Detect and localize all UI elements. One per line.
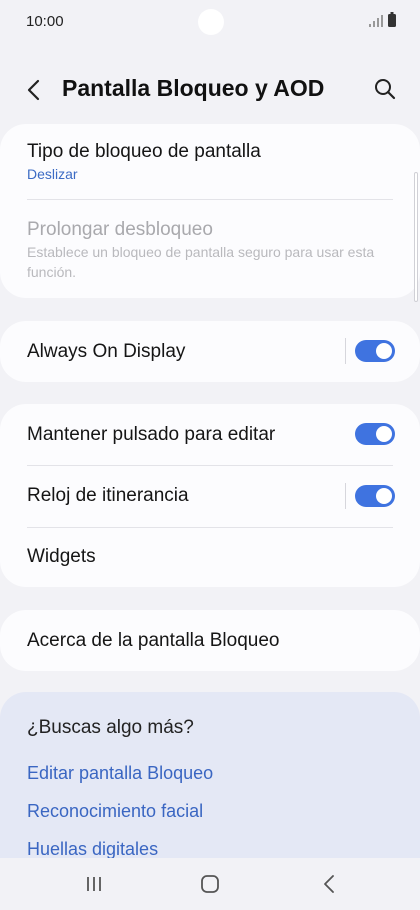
link-edit-lock-screen[interactable]: Editar pantalla Bloqueo: [27, 763, 213, 784]
screen-lock-type-title: Tipo de bloqueo de pantalla: [27, 141, 261, 162]
back-button[interactable]: [18, 74, 50, 106]
home-icon: [201, 875, 219, 893]
search-icon: [375, 79, 396, 100]
camera-cutout: [198, 9, 224, 35]
about-lock-screen-title: Acerca de la pantalla Bloqueo: [27, 630, 280, 651]
hold-to-edit-item[interactable]: Mantener pulsado para editar: [0, 404, 420, 465]
extend-unlock-item: Prolongar desbloqueo Establece un bloque…: [0, 200, 420, 298]
widgets-title: Widgets: [27, 546, 96, 567]
status-time: 10:00: [26, 13, 64, 30]
roaming-clock-title: Reloj de itinerancia: [27, 485, 189, 506]
aod-card: Always On Display: [0, 321, 420, 382]
link-fingerprints[interactable]: Huellas digitales: [27, 839, 158, 860]
back-arrow-icon: [27, 79, 40, 101]
widgets-item[interactable]: Widgets: [0, 528, 420, 587]
page-title: Pantalla Bloqueo y AOD: [62, 75, 325, 101]
roaming-clock-toggle[interactable]: [355, 485, 395, 507]
signal-icon: [369, 15, 383, 27]
back-nav-icon: [324, 875, 334, 893]
home-button[interactable]: [195, 872, 225, 896]
about-card: Acerca de la pantalla Bloqueo: [0, 610, 420, 671]
about-lock-screen-item[interactable]: Acerca de la pantalla Bloqueo: [0, 610, 420, 671]
back-nav-button[interactable]: [314, 872, 344, 896]
link-face-recognition[interactable]: Reconocimiento facial: [27, 801, 203, 822]
lock-settings-card: Tipo de bloqueo de pantalla Deslizar Pro…: [0, 124, 420, 298]
header: Pantalla Bloqueo y AOD: [0, 60, 420, 116]
navigation-bar: [0, 858, 420, 910]
lock-options-card: Mantener pulsado para editar Reloj de it…: [0, 404, 420, 587]
always-on-display-title: Always On Display: [27, 341, 186, 362]
hold-to-edit-toggle[interactable]: [355, 423, 395, 445]
scrollbar[interactable]: [414, 172, 418, 302]
separator: [345, 483, 346, 509]
recent-apps-icon: [87, 877, 101, 891]
always-on-display-toggle[interactable]: [355, 340, 395, 362]
separator: [345, 338, 346, 364]
search-button[interactable]: [368, 72, 402, 106]
hold-to-edit-title: Mantener pulsado para editar: [27, 424, 276, 445]
recent-apps-button[interactable]: [79, 872, 109, 896]
suggestions-title: ¿Buscas algo más?: [27, 717, 194, 738]
status-bar: 10:00: [0, 0, 420, 44]
always-on-display-item[interactable]: Always On Display: [0, 321, 420, 382]
battery-icon: [388, 12, 396, 27]
roaming-clock-item[interactable]: Reloj de itinerancia: [0, 466, 420, 527]
screen-lock-type-value: Deslizar: [27, 166, 78, 182]
screen-lock-type-item[interactable]: Tipo de bloqueo de pantalla Deslizar: [0, 124, 420, 198]
extend-unlock-title: Prolongar desbloqueo: [27, 219, 213, 240]
extend-unlock-description: Establece un bloqueo de pantalla seguro …: [27, 244, 375, 280]
